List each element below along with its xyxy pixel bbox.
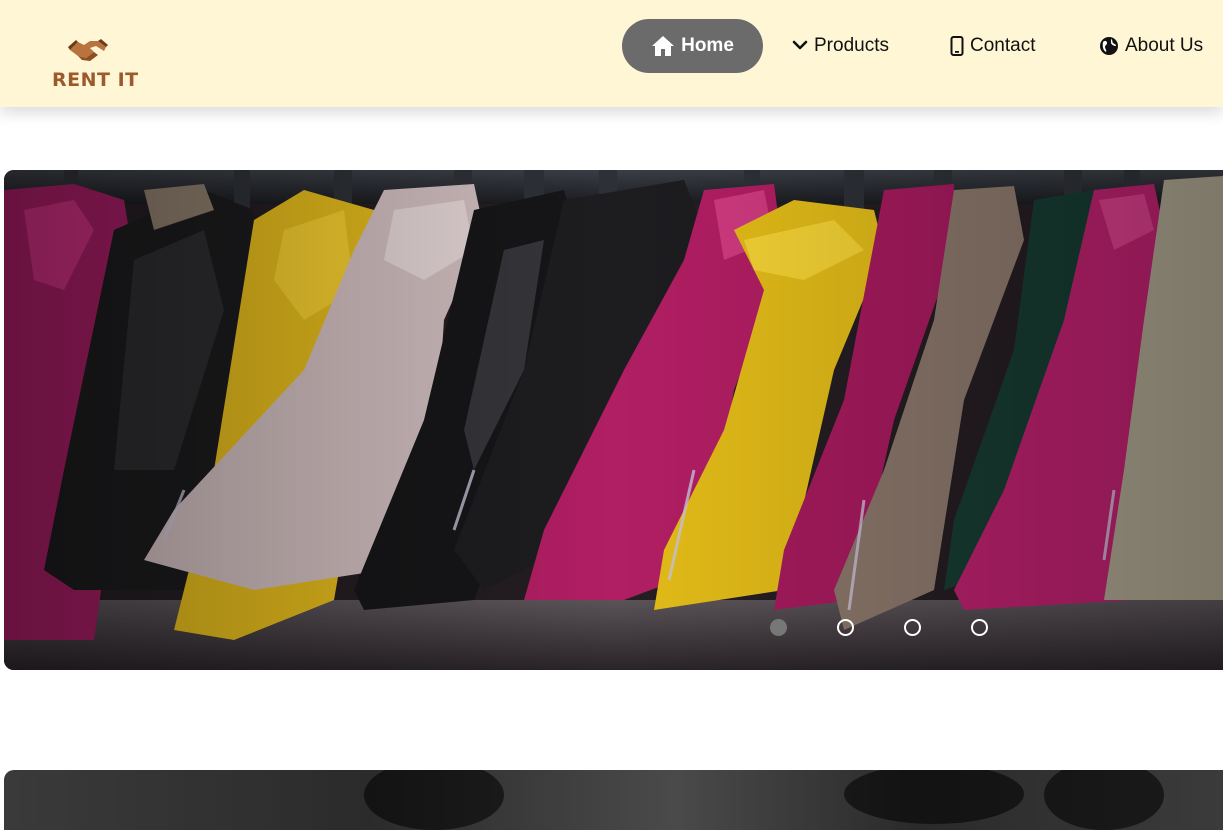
brand-name: RENT IT bbox=[52, 69, 139, 91]
brand-logo[interactable]: RENT IT bbox=[48, 36, 138, 94]
carousel-dot-4[interactable] bbox=[971, 619, 988, 636]
nav-contact-label: Contact bbox=[970, 35, 1036, 56]
site-header: RENT IT Home Products Contact About Us bbox=[0, 0, 1223, 107]
featured-section-banner bbox=[4, 770, 1223, 830]
handshake-icon bbox=[68, 39, 108, 61]
carousel-dot-1[interactable] bbox=[770, 619, 787, 636]
globe-icon bbox=[1100, 37, 1118, 55]
smartphone-icon bbox=[950, 36, 964, 56]
nav-contact[interactable]: Contact bbox=[950, 19, 1035, 73]
hero-carousel[interactable] bbox=[4, 170, 1223, 670]
nav-products[interactable]: Products bbox=[792, 19, 889, 73]
nav-home[interactable]: Home bbox=[622, 19, 763, 73]
nav-about-us[interactable]: About Us bbox=[1099, 19, 1203, 73]
hero-image bbox=[4, 170, 1223, 670]
nav-home-label: Home bbox=[681, 35, 734, 56]
carousel-indicators bbox=[770, 619, 988, 636]
nav-products-label: Products bbox=[814, 35, 889, 56]
banner-image-detail bbox=[1044, 770, 1164, 830]
home-icon bbox=[652, 36, 675, 56]
carousel-dot-2[interactable] bbox=[837, 619, 854, 636]
nav-about-us-label: About Us bbox=[1125, 35, 1204, 56]
main-nav: Home Products Contact About Us bbox=[622, 19, 1223, 73]
chevron-down-icon bbox=[792, 40, 808, 50]
carousel-dot-3[interactable] bbox=[904, 619, 921, 636]
banner-image-detail bbox=[364, 770, 504, 830]
